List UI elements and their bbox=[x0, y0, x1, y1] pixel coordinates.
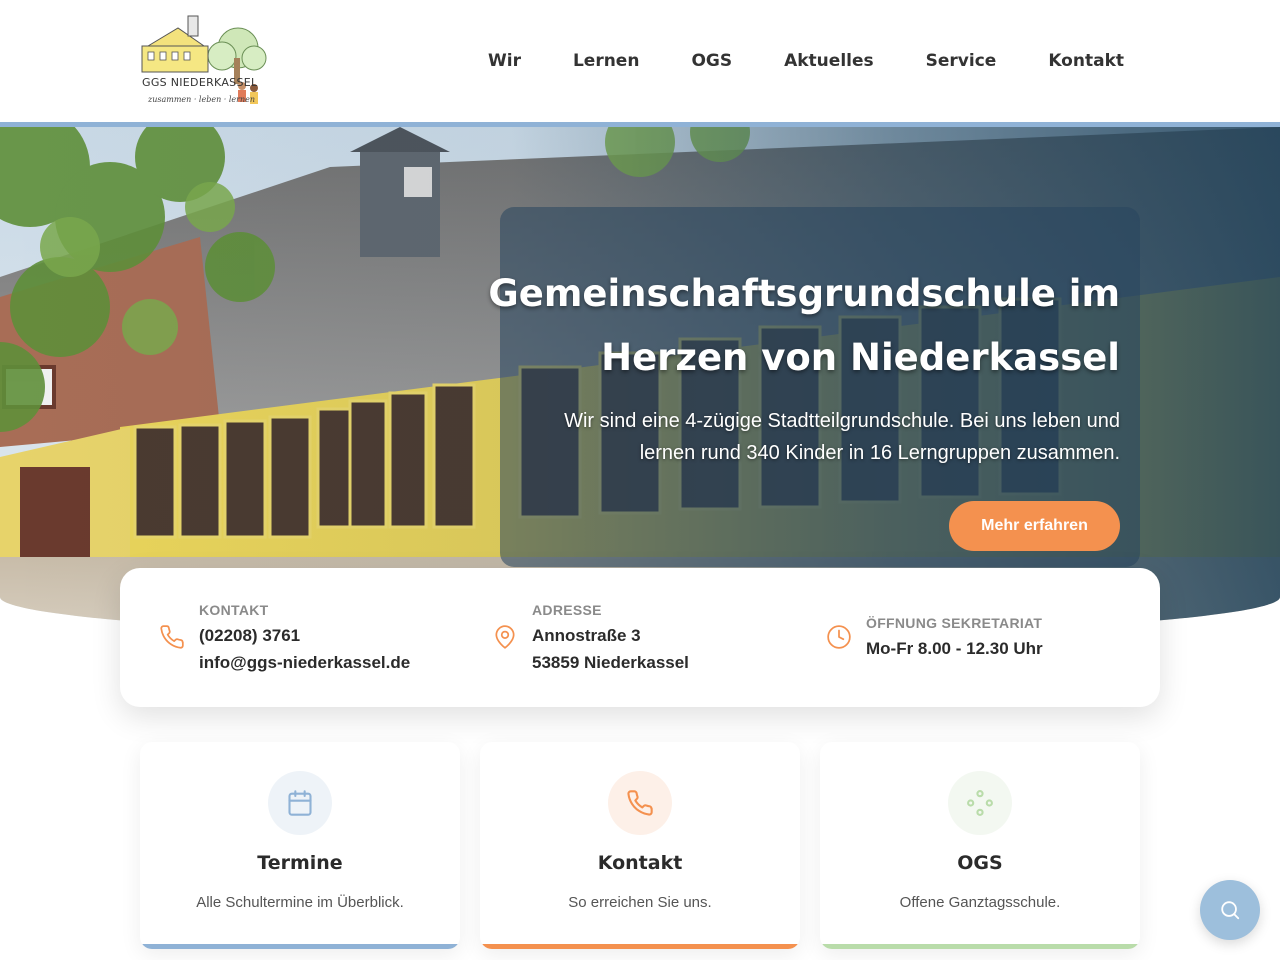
info-box: KONTAKT (02208) 3761 info@ggs-niederkass… bbox=[120, 568, 1160, 707]
school-logo[interactable]: GGS NIEDERKASSEL zusammen · leben · lern… bbox=[138, 14, 270, 110]
card-ogs-icon-circle bbox=[948, 771, 1012, 835]
hero-title: Gemeinschaftsgrundschule im Herzen von N… bbox=[420, 262, 1120, 390]
card-termine[interactable]: Termine Alle Schultermine im Überblick. bbox=[140, 742, 460, 949]
phone-icon bbox=[160, 625, 184, 649]
nav-item-aktuelles[interactable]: Aktuelles bbox=[784, 48, 874, 74]
card-kontakt-title: Kontakt bbox=[597, 852, 683, 874]
card-ogs-accent-bar bbox=[820, 944, 1140, 949]
hero-description: Wir sind eine 4-zügige Stadtteilgrundsch… bbox=[500, 405, 1120, 469]
nav-item-ogs[interactable]: OGS bbox=[691, 48, 732, 74]
card-kontakt-accent-bar bbox=[480, 944, 800, 949]
address-label: ADRESSE bbox=[532, 602, 602, 618]
calendar-icon bbox=[288, 790, 312, 816]
card-termine-title: Termine bbox=[257, 852, 343, 874]
search-button[interactable] bbox=[1200, 880, 1260, 940]
info-address: ADRESSE Annostraße 3 53859 Niederkassel bbox=[453, 568, 786, 707]
hero-description-line-1: Wir sind eine 4-zügige Stadtteilgrundsch… bbox=[564, 410, 1120, 432]
card-ogs[interactable]: OGS Offene Ganztagsschule. bbox=[820, 742, 1140, 949]
main-navigation: Wir Lernen OGS Aktuelles Service Kontakt bbox=[436, 48, 1124, 74]
card-ogs-description: Offene Ganztagsschule. bbox=[899, 894, 1061, 911]
contact-email[interactable]: info@ggs-niederkassel.de bbox=[199, 649, 410, 676]
card-termine-description: Alle Schultermine im Überblick. bbox=[196, 894, 404, 911]
hero-description-line-2: lernen rund 340 Kinder in 16 Lerngruppen… bbox=[639, 442, 1120, 464]
card-kontakt-icon-circle bbox=[608, 771, 672, 835]
learn-more-button[interactable]: Mehr erfahren bbox=[949, 501, 1120, 551]
contact-label: KONTAKT bbox=[199, 602, 269, 618]
hours-label: ÖFFNUNG SEKRETARIAT bbox=[866, 615, 1043, 631]
card-ogs-title: OGS bbox=[957, 852, 1003, 874]
hero-title-line-1: Gemeinschaftsgrundschule im bbox=[488, 272, 1120, 315]
info-hours: ÖFFNUNG SEKRETARIAT Mo-Fr 8.00 - 12.30 U… bbox=[786, 568, 1160, 707]
hero-title-line-2: Herzen von Niederkassel bbox=[601, 336, 1120, 379]
card-kontakt[interactable]: Kontakt So erreichen Sie uns. bbox=[480, 742, 800, 949]
card-termine-icon-circle bbox=[268, 771, 332, 835]
address-city: 53859 Niederkassel bbox=[532, 653, 689, 672]
contact-phone[interactable]: (02208) 3761 bbox=[199, 622, 300, 649]
clock-icon bbox=[827, 625, 851, 649]
hours-value: Mo-Fr 8.00 - 12.30 Uhr bbox=[866, 639, 1043, 658]
nav-item-kontakt[interactable]: Kontakt bbox=[1048, 48, 1124, 74]
logo-name: GGS NIEDERKASSEL bbox=[142, 76, 258, 89]
dots-icon bbox=[967, 790, 993, 816]
logo-tagline: zusammen · leben · lernen bbox=[148, 95, 256, 104]
phone-icon bbox=[627, 790, 653, 816]
nav-item-service[interactable]: Service bbox=[926, 48, 997, 74]
nav-item-wir[interactable]: Wir bbox=[488, 48, 521, 74]
site-header: GGS NIEDERKASSEL zusammen · leben · lern… bbox=[0, 0, 1280, 122]
nav-item-lernen[interactable]: Lernen bbox=[573, 48, 639, 74]
info-contact: KONTAKT (02208) 3761 info@ggs-niederkass… bbox=[120, 568, 453, 707]
address-street: Annostraße 3 bbox=[532, 626, 641, 645]
card-kontakt-description: So erreichen Sie uns. bbox=[568, 894, 712, 911]
card-termine-accent-bar bbox=[140, 944, 460, 949]
map-pin-icon bbox=[495, 625, 515, 649]
search-icon bbox=[1221, 901, 1240, 920]
